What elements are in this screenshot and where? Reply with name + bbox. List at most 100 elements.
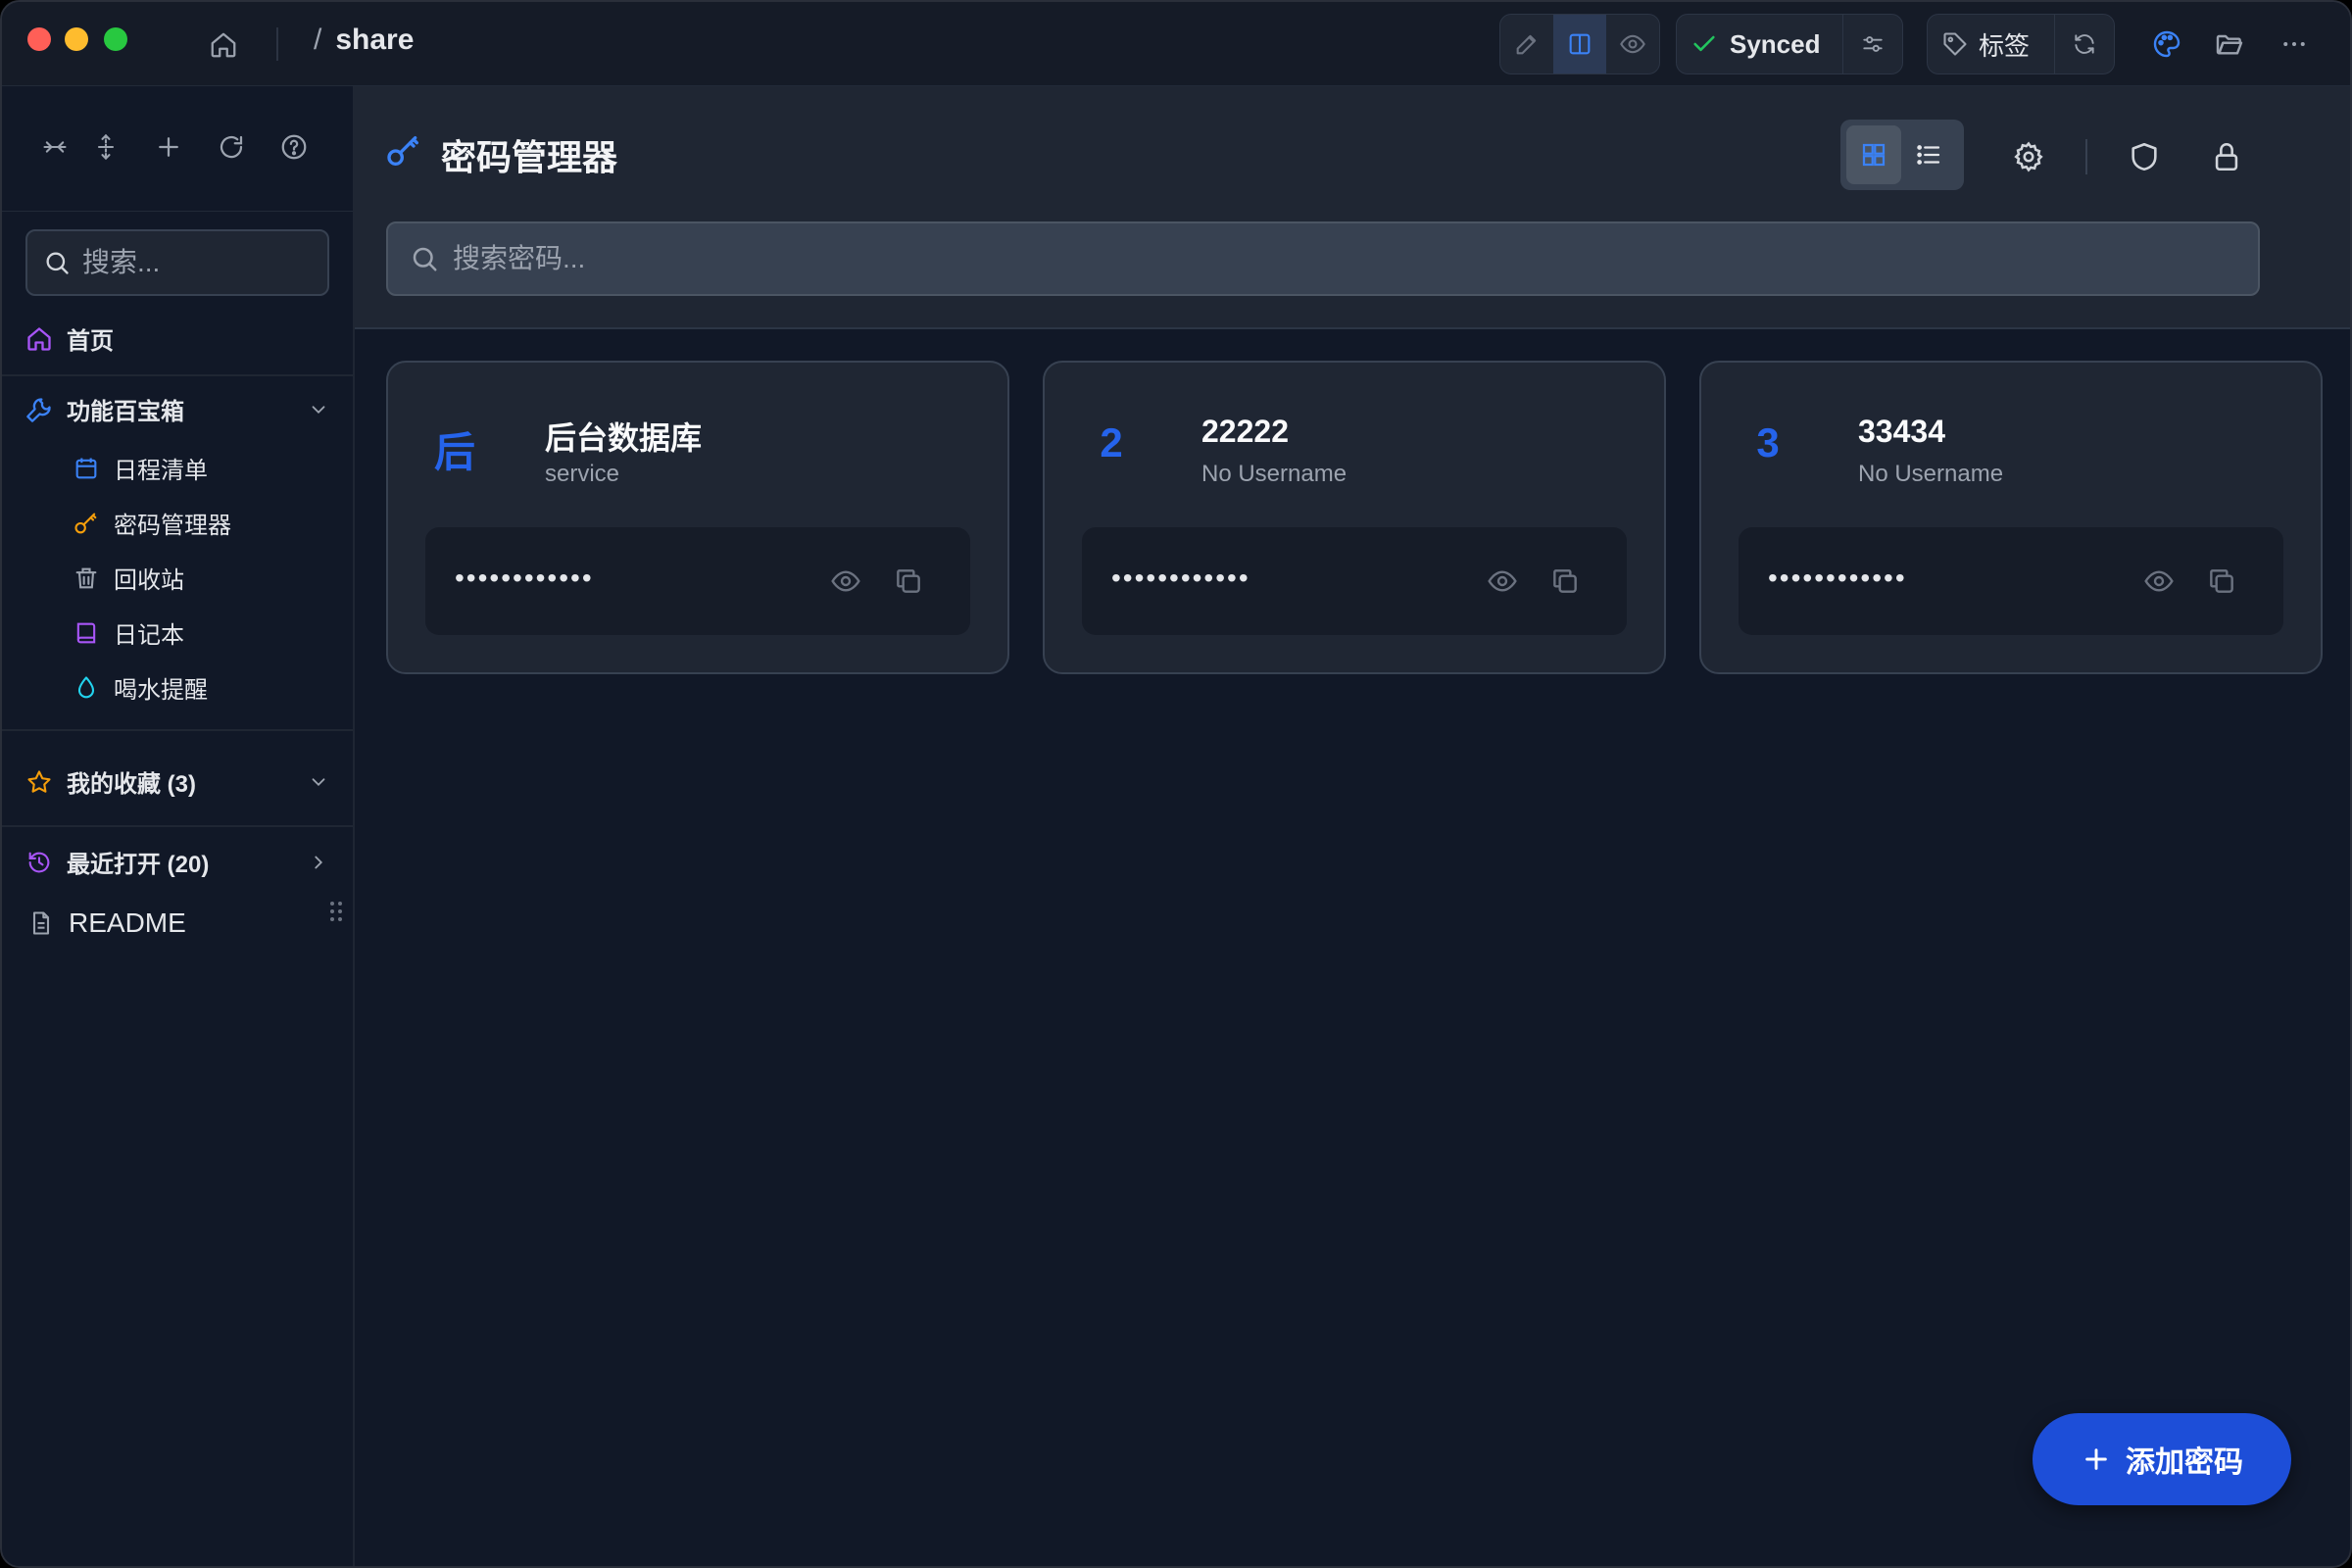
card-title: 22222 (1201, 414, 1289, 449)
eye-icon (1620, 34, 1645, 54)
star-icon (27, 769, 51, 793)
sync-status-label: Synced (1730, 28, 1821, 59)
folder-open-icon[interactable] (2209, 24, 2250, 65)
sidebar-item-diary[interactable]: 日记本 (73, 615, 184, 650)
gear-icon (2014, 141, 2043, 172)
sidebar-item-label: 回收站 (114, 567, 184, 594)
more-options-icon[interactable] (2274, 24, 2315, 65)
password-mask: •••••••••••• (455, 563, 594, 593)
tags-segment: 标签 (1927, 14, 2115, 74)
close-window-button[interactable] (27, 27, 51, 51)
add-password-button[interactable]: 添加密码 (2033, 1413, 2291, 1505)
key-icon (74, 513, 97, 533)
collapse-all-button[interactable] (33, 125, 76, 169)
security-button[interactable] (2123, 135, 2166, 178)
card-initial: 3 (1756, 419, 1780, 466)
grid-view-button[interactable] (1846, 125, 1901, 184)
card-title: 33434 (1858, 414, 1945, 449)
password-search-input[interactable] (453, 243, 2217, 274)
sidebar: 首页 功能百宝箱 日程清单 密码管理器 回收站 日记本 喝水提醒 (2, 86, 355, 1566)
home-icon[interactable] (204, 25, 243, 65)
palette-icon[interactable] (2146, 24, 2187, 65)
sidebar-group-label: 功能百宝箱 (67, 399, 184, 425)
history-icon (28, 852, 50, 872)
edit-mode-button[interactable] (1500, 15, 1553, 74)
card-title: 后台数据库 (545, 420, 703, 456)
sidebar-group-label: 最近打开 (20) (67, 852, 210, 878)
drag-handle-icon (330, 902, 342, 921)
sync-settings-button[interactable] (1843, 15, 1902, 74)
expand-all-button[interactable] (84, 125, 127, 169)
breadcrumb-folder-name: share (335, 24, 415, 56)
show-password-button[interactable] (825, 561, 866, 602)
copy-password-button[interactable] (888, 561, 929, 602)
reload-button[interactable] (210, 125, 253, 169)
calendar-icon (75, 458, 97, 478)
new-item-button[interactable] (147, 125, 190, 169)
view-mode-segment (1499, 14, 1660, 74)
tags-label: 标签 (1979, 30, 2031, 61)
water-drop-icon (77, 675, 95, 698)
sidebar-item-recycle-bin[interactable]: 回收站 (73, 561, 184, 595)
sidebar-item-password-manager[interactable]: 密码管理器 (73, 506, 231, 540)
list-icon (1917, 145, 1940, 165)
collapse-icon (43, 141, 67, 153)
key-icon (384, 131, 423, 175)
list-view-button[interactable] (1901, 125, 1956, 184)
password-card[interactable]: 后 后台数据库 service •••••••••••• (386, 361, 1009, 674)
search-icon (413, 247, 437, 271)
show-password-button[interactable] (1482, 561, 1523, 602)
plus-icon (2085, 1448, 2107, 1470)
password-card[interactable]: 3 33434 No Username •••••••••••• (1699, 361, 2323, 674)
sidebar-item-label: README (69, 907, 186, 938)
sidebar-item-label: 日程清单 (114, 458, 208, 484)
sidebar-resize-handle[interactable] (329, 900, 343, 928)
sidebar-group-recent[interactable]: 最近打开 (20) (25, 845, 329, 879)
split-mode-button[interactable] (1553, 15, 1606, 74)
copy-password-button[interactable] (1544, 561, 1586, 602)
minimize-window-button[interactable] (65, 27, 88, 51)
card-username: No Username (1201, 461, 1348, 487)
sidebar-group-favorites[interactable]: 我的收藏 (3) (25, 764, 329, 799)
eye-icon (2144, 570, 2174, 592)
sidebar-item-schedule[interactable]: 日程清单 (73, 451, 208, 485)
password-search[interactable] (386, 221, 2260, 296)
grid-icon (1862, 143, 1886, 167)
copy-password-button[interactable] (2201, 561, 2242, 602)
sidebar-item-readme[interactable]: README (27, 907, 186, 939)
sidebar-divider (2, 374, 353, 376)
sidebar-group-label: 我的收藏 (3) (67, 771, 196, 798)
card-username: service (545, 461, 620, 487)
check-icon (1693, 35, 1715, 52)
reload-icon (220, 135, 243, 159)
preview-mode-button[interactable] (1606, 15, 1659, 74)
sidebar-search-input[interactable] (82, 247, 318, 278)
password-card[interactable]: 2 22222 No Username •••••••••••• (1043, 361, 1666, 674)
sidebar-item-home[interactable]: 首页 (25, 321, 114, 356)
chevron-down-icon (312, 777, 325, 786)
breadcrumb[interactable]: / share (314, 24, 414, 57)
page-title: 密码管理器 (441, 137, 618, 177)
search-icon (46, 252, 69, 274)
eye-icon (831, 570, 860, 592)
sidebar-group-toolbox[interactable]: 功能百宝箱 (25, 392, 329, 426)
maximize-window-button[interactable] (104, 27, 127, 51)
settings-button[interactable] (2007, 135, 2050, 178)
help-button[interactable] (272, 125, 316, 169)
chevron-right-icon (315, 856, 323, 868)
sync-status-button[interactable]: Synced (1677, 15, 1842, 74)
sidebar-item-label: 日记本 (114, 622, 184, 649)
lock-button[interactable] (2205, 135, 2248, 178)
sidebar-item-water-reminder[interactable]: 喝水提醒 (73, 670, 208, 705)
expand-vertical-icon (97, 133, 115, 161)
breadcrumb-slash: / (314, 24, 322, 56)
copy-icon (2210, 569, 2233, 593)
plus-icon (159, 137, 178, 157)
tags-button[interactable]: 标签 (1928, 15, 2054, 74)
show-password-button[interactable] (2138, 561, 2180, 602)
refresh-tags-button[interactable] (2055, 15, 2114, 74)
sidebar-search[interactable] (25, 229, 329, 296)
book-icon (76, 622, 96, 643)
sidebar-toolbar (2, 86, 353, 212)
sidebar-item-label: 密码管理器 (114, 513, 231, 539)
